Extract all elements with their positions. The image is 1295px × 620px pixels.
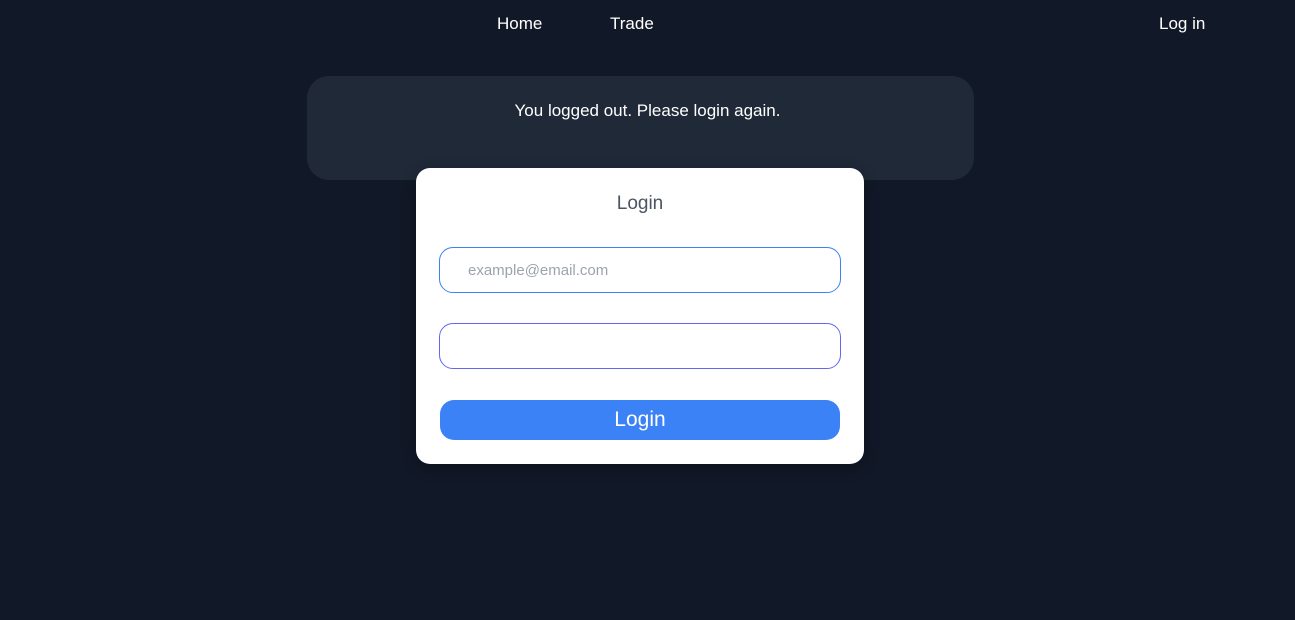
- nav-trade-link[interactable]: Trade: [610, 14, 654, 34]
- login-button[interactable]: Login: [440, 400, 840, 440]
- login-card: Login Login: [416, 168, 864, 464]
- page: Home Trade Log in You logged out. Please…: [0, 0, 1295, 620]
- email-field[interactable]: [439, 247, 841, 293]
- logout-notice: [307, 76, 974, 180]
- login-card-title: Login: [616, 193, 664, 214]
- password-field[interactable]: [439, 323, 841, 369]
- logout-notice-message: You logged out. Please login again.: [514, 101, 781, 120]
- nav-login-link[interactable]: Log in: [1159, 14, 1205, 34]
- nav-home-link[interactable]: Home: [497, 14, 542, 34]
